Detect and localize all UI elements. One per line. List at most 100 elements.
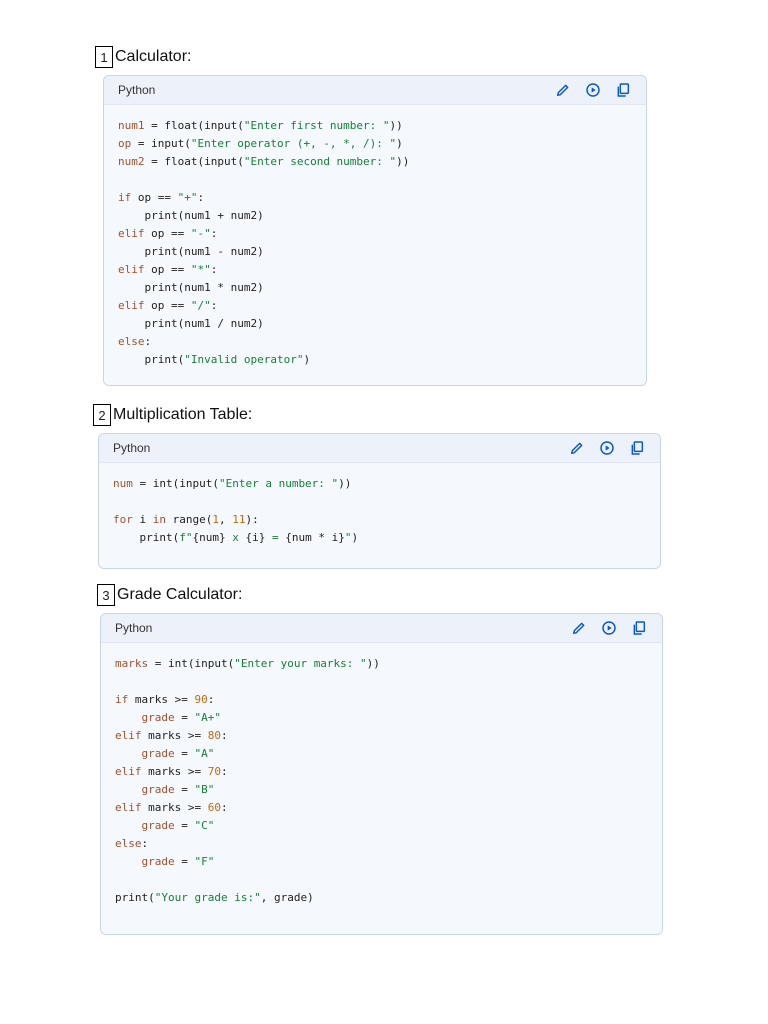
code-token: =: [174, 711, 195, 724]
language-label: Python: [113, 441, 151, 455]
code-line: print("Invalid operator"): [118, 351, 632, 369]
code-line: if marks >= 90:: [115, 691, 648, 709]
pencil-icon[interactable]: [570, 619, 588, 637]
code-line: if op == "+":: [118, 189, 632, 207]
code-block-header: Python: [101, 614, 662, 643]
code-content: num = int(input("Enter a number: ")) for…: [99, 463, 660, 568]
code-line: num = int(input("Enter a number: ")): [113, 475, 646, 493]
code-block-multiplication-table: Python num = int(input("Enter a number: …: [98, 433, 661, 569]
code-token: marks >=: [141, 765, 208, 778]
section-title: Multiplication Table:: [113, 406, 253, 423]
code-token: ): [396, 137, 403, 150]
section-heading-3: 3 Grade Calculator:: [97, 584, 242, 606]
code-token: "-": [190, 227, 211, 240]
code-line: grade = "C": [115, 817, 648, 835]
code-token: print(: [118, 353, 185, 366]
code-token: range(: [166, 513, 213, 526]
code-token: ,: [218, 513, 233, 526]
code-token: num1: [118, 119, 145, 132]
code-token: elif: [115, 765, 142, 778]
code-token: :: [210, 299, 218, 312]
code-token: for: [113, 513, 133, 526]
code-line: op = input("Enter operator (+, -, *, /):…: [118, 135, 632, 153]
copy-icon[interactable]: [614, 81, 632, 99]
code-token: "Enter first number: ": [243, 119, 390, 132]
code-token: f": [179, 531, 193, 544]
code-token: "A+": [194, 711, 222, 724]
pencil-icon[interactable]: [568, 439, 586, 457]
code-token: "Enter operator (+, -, *, /): ": [190, 137, 397, 150]
code-token: :: [220, 801, 228, 814]
code-token: in: [152, 513, 166, 526]
code-token: {num * i}: [285, 531, 345, 544]
code-token: 90: [194, 693, 208, 706]
copy-icon[interactable]: [630, 619, 648, 637]
code-token: marks: [115, 657, 149, 670]
code-token: print(num1 - num2): [118, 245, 264, 258]
section-heading-1: 1 Calculator:: [95, 46, 191, 68]
code-token: if: [115, 693, 129, 706]
section-title: Grade Calculator:: [117, 586, 243, 603]
section-number-box: 3: [97, 584, 115, 606]
code-token: = float(input(: [144, 119, 244, 132]
pencil-icon[interactable]: [554, 81, 572, 99]
code-token: "Your grade is:": [154, 891, 261, 904]
language-label: Python: [115, 621, 153, 635]
code-token: grade: [141, 711, 175, 724]
play-circle-icon[interactable]: [598, 439, 616, 457]
code-line: print("Your grade is:", grade): [115, 889, 648, 907]
code-line: print(num1 / num2): [118, 315, 632, 333]
code-line: print(num1 - num2): [118, 243, 632, 261]
code-token: "Enter your marks: ": [234, 657, 367, 670]
code-token: marks >=: [141, 801, 208, 814]
code-token: ): [303, 353, 311, 366]
code-token: 80: [207, 729, 221, 742]
code-token: {i}: [245, 531, 266, 544]
code-token: , grade): [260, 891, 314, 904]
code-token: elif: [115, 729, 142, 742]
code-block-calculator: Python num1 = float(input("Enter first n…: [103, 75, 647, 386]
code-block-header: Python: [104, 76, 646, 105]
code-token: print(num1 + num2): [118, 209, 264, 222]
code-token: grade: [141, 855, 175, 868]
code-token: op: [118, 137, 132, 150]
code-token: 11: [232, 513, 246, 526]
code-token: else: [118, 335, 145, 348]
code-token: = int(input(: [148, 657, 235, 670]
section-title: Calculator:: [115, 48, 192, 65]
code-token: "*": [190, 263, 211, 276]
code-token: "Enter a number: ": [218, 477, 339, 490]
code-line: elif op == "/":: [118, 297, 632, 315]
code-token: ): [351, 531, 359, 544]
code-token: =: [174, 783, 195, 796]
code-toolbar: [554, 81, 632, 99]
play-circle-icon[interactable]: [600, 619, 618, 637]
code-token: )): [338, 477, 352, 490]
language-label: Python: [118, 83, 156, 97]
code-token: "/": [190, 299, 211, 312]
code-token: num2: [118, 155, 145, 168]
code-token: marks >=: [141, 729, 208, 742]
code-token: 70: [207, 765, 221, 778]
code-token: )): [366, 657, 380, 670]
code-block-header: Python: [99, 434, 660, 463]
code-line: else:: [115, 835, 648, 853]
copy-icon[interactable]: [628, 439, 646, 457]
code-line: print(num1 * num2): [118, 279, 632, 297]
code-token: :: [210, 227, 218, 240]
code-token: num: [113, 477, 133, 490]
code-token: grade: [141, 747, 175, 760]
code-line: for i in range(1, 11):: [113, 511, 646, 529]
section-number-box: 1: [95, 46, 113, 68]
code-token: :: [210, 263, 218, 276]
play-circle-icon[interactable]: [584, 81, 602, 99]
code-line: num1 = float(input("Enter first number: …: [118, 117, 632, 135]
code-token: "+": [177, 191, 198, 204]
code-token: = int(input(: [132, 477, 219, 490]
code-token: elif: [115, 801, 142, 814]
